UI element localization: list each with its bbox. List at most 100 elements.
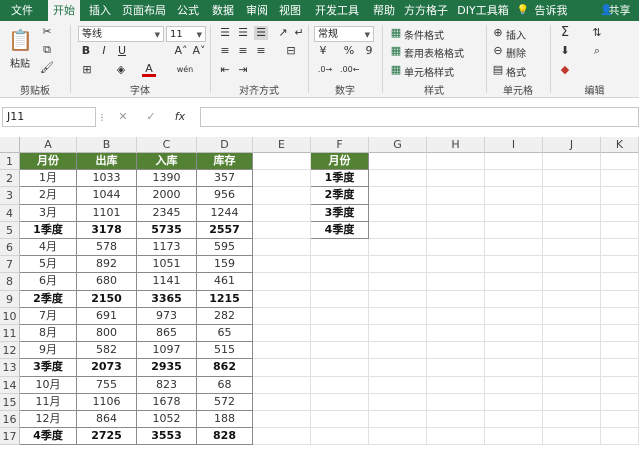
wrap-text-icon[interactable]: ↵ <box>292 26 306 40</box>
cell[interactable] <box>253 256 311 274</box>
table-cell[interactable]: 1044 <box>77 187 137 205</box>
column-header-I[interactable]: I <box>485 137 543 153</box>
tab-5[interactable]: 数据 <box>206 0 240 21</box>
cell[interactable] <box>311 428 369 446</box>
align-center-icon[interactable]: ≡ <box>236 44 250 58</box>
table-cell[interactable]: 2月 <box>20 187 77 205</box>
cell[interactable] <box>543 153 601 171</box>
paste-icon[interactable]: 📋 <box>8 27 33 53</box>
tab-3[interactable]: 页面布局 <box>118 0 170 21</box>
cell[interactable] <box>601 325 639 343</box>
cell[interactable] <box>485 290 543 308</box>
table-cell[interactable]: 578 <box>77 239 137 257</box>
table-cell[interactable]: 2季度 <box>20 290 77 308</box>
cell[interactable] <box>427 393 485 411</box>
cell[interactable] <box>543 325 601 343</box>
cell[interactable] <box>543 290 601 308</box>
cell[interactable] <box>427 307 485 325</box>
currency-button[interactable]: ¥ <box>316 44 330 58</box>
cell[interactable] <box>369 153 427 171</box>
table-cell[interactable]: 800 <box>77 325 137 343</box>
cut-icon[interactable]: ✂ <box>40 25 54 39</box>
cell[interactable] <box>427 204 485 222</box>
table-header-cell[interactable]: 月份 <box>20 153 77 171</box>
tab-2[interactable]: 插入 <box>84 0 116 21</box>
table-cell[interactable]: 862 <box>197 359 253 377</box>
cell[interactable] <box>485 411 543 429</box>
cell[interactable] <box>427 273 485 291</box>
table-cell[interactable]: 282 <box>197 307 253 325</box>
cell[interactable] <box>311 325 369 343</box>
cell[interactable] <box>427 342 485 360</box>
align-top-icon[interactable]: ☰ <box>218 26 232 40</box>
cell[interactable] <box>253 411 311 429</box>
table-cell[interactable]: 3178 <box>77 221 137 239</box>
cell[interactable] <box>543 307 601 325</box>
table-cell[interactable]: 2000 <box>137 187 197 205</box>
row-header[interactable]: 10 <box>0 307 20 325</box>
cell[interactable] <box>311 239 369 257</box>
table-cell[interactable]: 1173 <box>137 239 197 257</box>
row-header[interactable]: 17 <box>0 428 20 446</box>
table-cell[interactable]: 1051 <box>137 256 197 274</box>
tab-11[interactable]: DIY工具箱 <box>452 0 514 21</box>
cell[interactable] <box>601 411 639 429</box>
cell[interactable] <box>601 204 639 222</box>
cell[interactable] <box>601 359 639 377</box>
cell[interactable] <box>543 273 601 291</box>
column-header-C[interactable]: C <box>137 137 197 153</box>
table-cell[interactable]: 1月 <box>20 170 77 188</box>
cell[interactable] <box>253 273 311 291</box>
table-cell[interactable]: 2935 <box>137 359 197 377</box>
table-cell[interactable]: 1097 <box>137 342 197 360</box>
column-header-F[interactable]: F <box>311 137 369 153</box>
cell[interactable] <box>601 428 639 446</box>
lookup-cell[interactable]: 3季度 <box>311 204 369 222</box>
cell[interactable] <box>427 187 485 205</box>
cancel-button[interactable]: ✕ <box>116 110 130 124</box>
table-cell[interactable]: 1101 <box>77 204 137 222</box>
border-icon[interactable]: ⊞ <box>80 63 94 77</box>
table-cell[interactable]: 956 <box>197 187 253 205</box>
tab-0[interactable]: 文件 <box>0 0 44 21</box>
cell[interactable] <box>369 411 427 429</box>
tab-8[interactable]: 开发工具 <box>308 0 366 21</box>
table-cell[interactable]: 65 <box>197 325 253 343</box>
cell[interactable] <box>253 325 311 343</box>
cell[interactable] <box>485 187 543 205</box>
table-format-button[interactable]: 套用表格格式 <box>404 45 464 60</box>
cell[interactable] <box>485 393 543 411</box>
cell[interactable] <box>253 221 311 239</box>
align-bottom-icon[interactable]: ☰ <box>254 26 268 40</box>
font-color-button[interactable]: A <box>142 63 156 77</box>
table-cell[interactable]: 892 <box>77 256 137 274</box>
table-cell[interactable]: 973 <box>137 307 197 325</box>
cell[interactable] <box>601 221 639 239</box>
tab-1[interactable]: 开始 <box>48 0 80 21</box>
table-cell[interactable]: 755 <box>77 376 137 394</box>
phonetic-button[interactable]: wén <box>174 63 196 77</box>
cell[interactable] <box>253 204 311 222</box>
cell[interactable] <box>485 153 543 171</box>
paste-button[interactable]: 粘贴 <box>10 55 30 70</box>
table-cell[interactable]: 7月 <box>20 307 77 325</box>
table-cell[interactable]: 572 <box>197 393 253 411</box>
cell[interactable] <box>311 376 369 394</box>
cell[interactable] <box>601 256 639 274</box>
row-header[interactable]: 6 <box>0 239 20 257</box>
cell[interactable] <box>543 204 601 222</box>
table-cell[interactable]: 68 <box>197 376 253 394</box>
sort-filter-icon[interactable]: ⇅ <box>590 26 604 40</box>
row-header[interactable]: 7 <box>0 256 20 274</box>
tab-7[interactable]: 视图 <box>274 0 306 21</box>
select-all-corner[interactable] <box>0 137 20 153</box>
table-cell[interactable]: 864 <box>77 411 137 429</box>
cell[interactable] <box>485 221 543 239</box>
cell[interactable] <box>427 325 485 343</box>
tab-6[interactable]: 审阅 <box>242 0 272 21</box>
percent-button[interactable]: % <box>342 44 356 58</box>
row-header[interactable]: 5 <box>0 221 20 239</box>
format-painter-icon[interactable]: 🖌 <box>40 61 54 75</box>
cell[interactable] <box>369 290 427 308</box>
cell[interactable] <box>485 256 543 274</box>
